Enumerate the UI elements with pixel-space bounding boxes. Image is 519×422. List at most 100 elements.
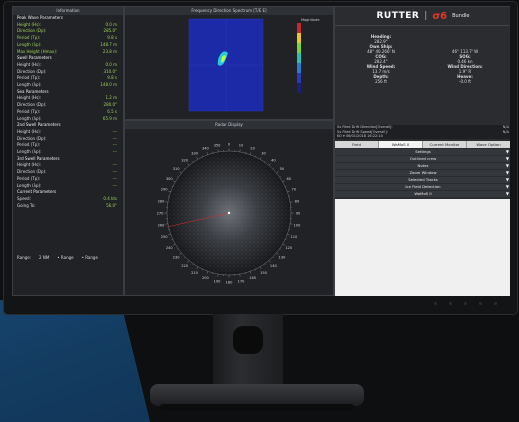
menu-item-label: WaMoS II	[414, 191, 432, 196]
frequency-spectrum-panel: Frequency Direction Spectrum [T/E E] Mag…	[124, 6, 334, 120]
menu-item-label: Outlined crew	[409, 156, 437, 161]
bearing-tick	[177, 248, 179, 250]
radar-display-panel: Radar Display 0 10 20 30 40 50 60 70 80 …	[124, 120, 334, 296]
parameter-label: Period (Tp):	[17, 175, 41, 181]
parameter-list: Peak Wave Parameters Height (Hs): 0.0 m Dir…	[13, 15, 123, 209]
section-header: 3rd Swell Parameters	[13, 156, 123, 163]
legend-swatch-1	[297, 23, 301, 33]
parameter-row: Period (Tp): 9.8 s	[13, 75, 123, 82]
monitor-button[interactable]	[479, 302, 482, 305]
menu-item-label: Zoom Window	[409, 170, 437, 175]
spectrum-legend: Magnitude	[297, 18, 320, 93]
menu-item-settings[interactable]: Settings ▼	[335, 149, 510, 156]
parameter-value: ---	[112, 175, 117, 181]
parameter-row: Max Height (Hmax): 23.8 m	[13, 49, 123, 56]
parameter-row: Direction (Dp): ---	[13, 136, 123, 143]
power-button[interactable]	[494, 302, 497, 305]
tab-current-monitor[interactable]: Current Monitor	[423, 141, 467, 148]
range-control[interactable]: Range: 2 NM • Range • Range	[17, 255, 98, 260]
parameter-value: ---	[112, 162, 117, 168]
bearing-tick	[276, 252, 279, 255]
bearing-label: 10	[239, 143, 244, 147]
radar-scope[interactable]: 0 10 20 30 40 50 60 70 80 90 100 110 120 130140150160…	[125, 129, 333, 295]
menu-item-zoom-window[interactable]: Zoom Window ▼	[335, 170, 510, 177]
rutter-logo: RUTTER	[376, 11, 420, 21]
bearing-tick	[177, 176, 179, 178]
bearing-label: 100	[294, 223, 302, 227]
legend-swatch-6	[297, 73, 301, 83]
status-label: KO ▾ 06/01/2018 16:22:10	[337, 134, 383, 138]
parameter-row: Direction (Dp): 285.0°	[13, 28, 123, 35]
layer-menu: Settings ▼ Outlined crew ▼ Notes ▼ Zoom Window…	[335, 149, 510, 198]
range-value[interactable]: 2 NM	[39, 255, 49, 260]
range-option-1[interactable]: • Range	[57, 255, 73, 260]
parameter-label: Height (Hs):	[17, 128, 42, 134]
bearing-label: 190	[214, 279, 222, 283]
tab-wave-option[interactable]: Wave Option	[467, 141, 510, 148]
parameter-value: 6.5 s	[107, 108, 117, 114]
monitor-button[interactable]	[464, 302, 467, 305]
bearing-tick	[282, 180, 285, 183]
menu-item-outlined-crew[interactable]: Outlined crew ▼	[335, 156, 510, 163]
range-option-2[interactable]: • Range	[82, 255, 98, 260]
bearing-tick	[264, 263, 266, 265]
parameter-row: Height (Hs): ---	[13, 162, 123, 169]
parameter-label: Height (Hs):	[17, 162, 42, 168]
menu-item-wamos-ii[interactable]: WaMoS II ▼	[335, 191, 510, 198]
chevron-down-icon[interactable]: ▼	[506, 191, 509, 197]
drift-status: Sx Filed Drift Direction[Overall]: N/A Sx …	[335, 125, 510, 139]
spectrum-plot[interactable]: Magnitude	[125, 15, 333, 119]
tab-wamos-ii[interactable]: WaMoS II	[379, 141, 423, 148]
ship-data-value: 256 ft	[375, 79, 387, 84]
parameter-value: 65.9 m	[102, 115, 117, 121]
chevron-down-icon[interactable]: ▼	[506, 177, 509, 183]
parameter-label: Going To:	[17, 202, 36, 208]
bearing-label: 30	[261, 152, 266, 156]
bearing-tick	[268, 163, 271, 166]
bearing-label: 330	[191, 152, 199, 156]
menu-item-selected-tracks[interactable]: Selected Tracks ▼	[335, 177, 510, 184]
menu-item-ice-field-detection[interactable]: Ice Field Detection ▼	[335, 184, 510, 191]
parameter-row: Height (Hs): 0.0 m	[13, 22, 123, 29]
parameter-value: ---	[112, 128, 117, 134]
bearing-tick	[196, 157, 199, 160]
parameter-value: ---	[112, 182, 117, 188]
sigma6-logo: σ6	[432, 10, 448, 22]
spectrum-legend-title: Magnitude	[301, 18, 320, 22]
bearing-label: 240	[166, 246, 174, 250]
bearing-tick	[179, 252, 182, 255]
bearing-label: 200	[202, 276, 210, 280]
bearing-tick	[179, 171, 182, 174]
parameter-label: Length (λp):	[17, 115, 42, 121]
bearing-label: 210	[191, 271, 199, 275]
section-header: Current Parameters	[13, 189, 123, 196]
parameter-value: 148.7 m	[100, 41, 117, 47]
monitor-button[interactable]	[449, 302, 452, 305]
bearing-tick	[184, 168, 186, 170]
parameter-row: Direction (Dp): 310.0°	[13, 69, 123, 76]
parameter-label: Direction (Dp):	[17, 28, 47, 34]
chevron-down-icon[interactable]: ▼	[506, 170, 509, 176]
radar-display-title: Radar Display	[125, 121, 333, 129]
monitor-button[interactable]	[434, 302, 437, 305]
chevron-down-icon[interactable]: ▼	[506, 149, 509, 155]
bearing-label: 110	[290, 235, 298, 239]
bearing-label: 160	[249, 276, 257, 280]
empty-content-area	[335, 199, 510, 296]
bearing-tick	[285, 239, 287, 240]
section-header: Sea Parameters	[13, 89, 123, 96]
bearing-tick	[250, 271, 252, 274]
chevron-down-icon[interactable]: ▼	[506, 156, 509, 162]
tab-field[interactable]: Field	[335, 141, 379, 148]
menu-item-label: Ice Field Detection	[405, 184, 441, 189]
bearing-tick	[250, 152, 252, 155]
frequency-spectrum-title: Frequency Direction Spectrum [T/E E]	[125, 7, 333, 15]
chevron-down-icon[interactable]: ▼	[506, 184, 509, 190]
bearing-tick	[279, 176, 281, 178]
chevron-down-icon[interactable]: ▼	[506, 163, 509, 169]
bearing-tick	[173, 180, 176, 183]
bearing-tick	[287, 234, 290, 236]
parameter-label: Direction (Dp):	[17, 68, 47, 74]
menu-item-notes[interactable]: Notes ▼	[335, 163, 510, 170]
parameter-label: Height (Hs):	[17, 95, 42, 101]
